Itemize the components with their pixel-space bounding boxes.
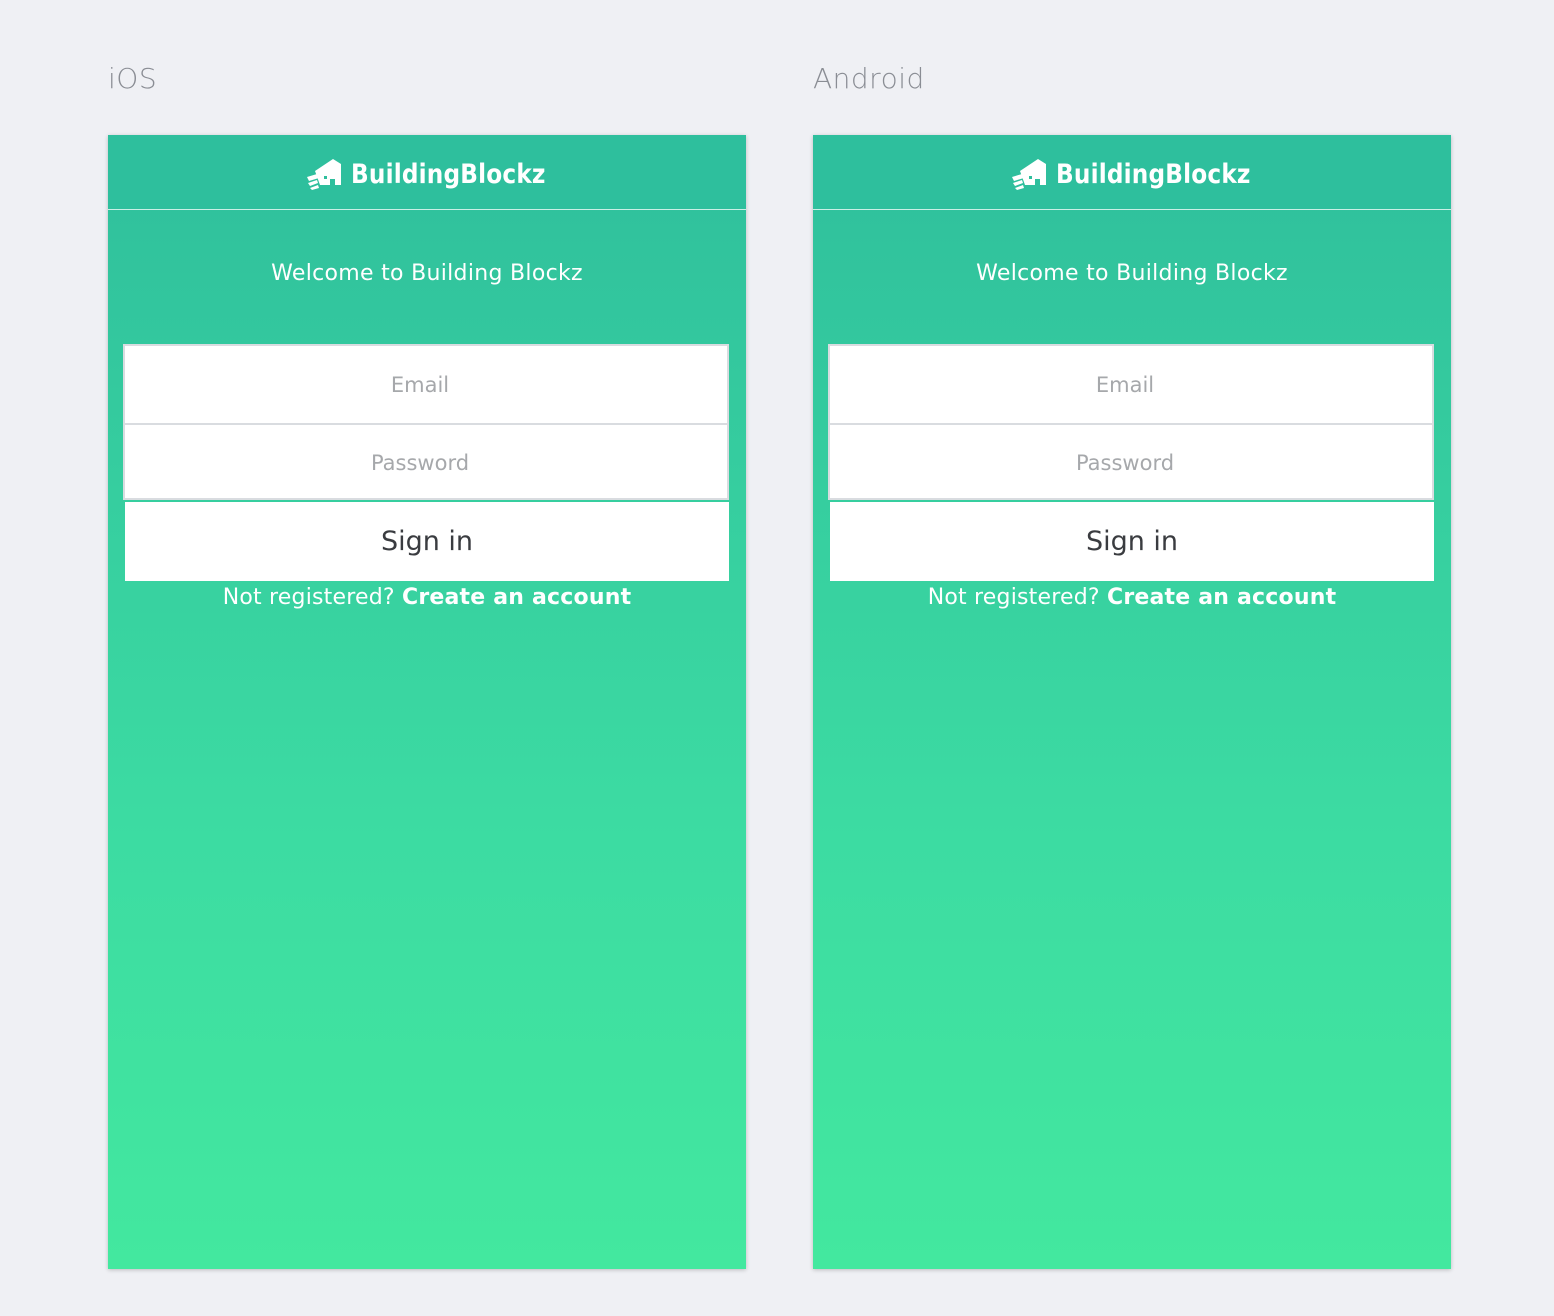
- email-field[interactable]: Email: [125, 346, 727, 423]
- login-form: Email Password: [828, 344, 1434, 500]
- welcome-text: Welcome to Building Blockz: [271, 261, 583, 286]
- app-header: BuildingBlockz: [108, 135, 746, 210]
- ios-screen: BuildingBlockz Welcome to Building Block…: [108, 135, 746, 1269]
- platform-label-ios: iOS: [108, 62, 158, 95]
- sign-in-button[interactable]: Sign in: [125, 502, 729, 581]
- register-prompt: Not registered?: [927, 585, 1100, 610]
- platform-label-android: Android: [813, 62, 925, 95]
- brand-name: BuildingBlockz: [350, 158, 546, 190]
- brand-logo: BuildingBlockz: [1011, 157, 1252, 191]
- create-account-link[interactable]: Create an account: [402, 585, 631, 610]
- login-form: Email Password: [123, 344, 729, 500]
- brand-logo: BuildingBlockz: [306, 157, 547, 191]
- create-account-link[interactable]: Create an account: [1107, 585, 1336, 610]
- password-field[interactable]: Password: [830, 423, 1432, 500]
- email-field[interactable]: Email: [830, 346, 1432, 423]
- app-header: BuildingBlockz: [813, 135, 1451, 210]
- password-field[interactable]: Password: [125, 423, 727, 500]
- register-line: Not registered? Create an account: [813, 585, 1451, 610]
- hand-holding-house-icon: [1011, 159, 1046, 190]
- brand-name: BuildingBlockz: [1055, 158, 1251, 190]
- sign-in-button[interactable]: Sign in: [830, 502, 1434, 581]
- register-prompt: Not registered?: [222, 585, 395, 610]
- android-screen: BuildingBlockz Welcome to Building Block…: [813, 135, 1451, 1269]
- welcome-text: Welcome to Building Blockz: [976, 261, 1288, 286]
- register-line: Not registered? Create an account: [108, 585, 746, 610]
- hand-holding-house-icon: [306, 159, 341, 190]
